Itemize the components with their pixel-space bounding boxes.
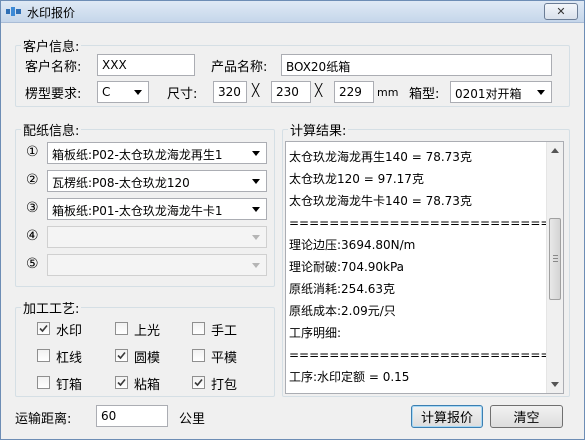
paper-select-4[interactable] (47, 226, 267, 248)
window-title: 水印报价 (27, 6, 76, 20)
chevron-up-icon (551, 148, 559, 153)
corrugation-select[interactable]: C (97, 81, 149, 103)
results-line: ============================== (289, 348, 564, 362)
transport-distance-label: 运输距离: (15, 412, 72, 427)
scroll-thumb[interactable] (549, 218, 561, 300)
close-icon: ✕ (556, 5, 566, 18)
results-label: 计算结果: (288, 120, 349, 139)
size-height-input[interactable]: 229 (334, 81, 374, 103)
paper-select-3[interactable]: 箱板纸:P01-太仓玖龙海龙牛卡1 (47, 198, 267, 220)
process-checkbox-label: 圆模 (134, 351, 161, 366)
paper-info-label: 配纸信息: (21, 120, 82, 139)
results-line: 原纸消耗:254.63克 (289, 282, 396, 296)
results-line: 太仓玖龙海龙再生140 = 78.73克 (289, 150, 472, 164)
size-length-input[interactable]: 320 (213, 81, 247, 103)
results-line: 工序:水印定额 = 0.15 (289, 370, 410, 384)
close-button[interactable]: ✕ (544, 3, 578, 20)
process-checkbox-7[interactable] (37, 376, 50, 389)
grip-icon (553, 255, 558, 262)
checkmark-icon (117, 351, 126, 360)
results-scrollbar[interactable] (546, 142, 563, 393)
paper-row-number: ③ (26, 200, 39, 216)
paper-row-number: ① (26, 144, 39, 160)
customer-name-label: 客户名称: (25, 60, 82, 75)
chevron-down-icon (551, 382, 559, 387)
paper-select-1[interactable]: 箱板纸:P02-太仓玖龙海龙再生1 (47, 142, 267, 164)
chevron-down-icon (248, 145, 264, 161)
paper-row-number: ④ (26, 228, 39, 244)
process-checkbox-label: 平模 (211, 351, 238, 366)
customer-info-label: 客户信息: (21, 36, 82, 55)
chevron-down-icon (248, 257, 264, 273)
process-checkbox-8[interactable] (115, 376, 128, 389)
process-checkbox-label: 打包 (211, 378, 238, 393)
results-text: 太仓玖龙海龙再生140 = 78.73克 太仓玖龙120 = 97.17克太仓玖龙… (289, 146, 564, 388)
process-label: 加工工艺: (21, 298, 82, 317)
process-checkbox-label: 手工 (211, 324, 238, 339)
box-type-label: 箱型: (409, 87, 440, 102)
results-line: 原纸成本:2.09元/只 (289, 304, 396, 318)
product-name-label: 产品名称: (211, 60, 268, 75)
size-width-input[interactable]: 230 (271, 81, 311, 103)
process-checkbox-5[interactable] (115, 349, 128, 362)
clear-button[interactable]: 清空 (490, 405, 563, 428)
product-name-input[interactable]: BOX20纸箱 (281, 54, 552, 76)
results-line: 理论边压:3694.80N/m (289, 238, 416, 252)
times-icon: ╳ (315, 83, 323, 97)
paper-row-number: ② (26, 172, 39, 188)
corrugation-label: 楞型要求: (25, 87, 82, 102)
title-bar[interactable]: 水印报价 ✕ (1, 1, 584, 23)
checkmark-icon (194, 378, 203, 387)
chevron-down-icon (130, 84, 146, 100)
process-checkbox-4[interactable] (37, 349, 50, 362)
scroll-down-button[interactable] (547, 376, 563, 393)
chevron-down-icon (248, 201, 264, 217)
quote-window: 水印报价 ✕ 客户信息: 客户名称: XXX 产品名称: BOX20纸箱 楞型要… (0, 0, 585, 440)
results-line: 太仓玖龙120 = 97.17克 (289, 172, 424, 186)
calculate-quote-button[interactable]: 计算报价 (411, 405, 483, 428)
results-textarea[interactable]: 太仓玖龙海龙再生140 = 78.73克 太仓玖龙120 = 97.17克太仓玖龙… (285, 141, 564, 394)
times-icon: ╳ (252, 83, 260, 97)
process-checkbox-6[interactable] (192, 349, 205, 362)
process-checkbox-label: 粘箱 (134, 378, 161, 393)
customer-name-input[interactable]: XXX (97, 54, 195, 76)
process-checkbox-label: 杠线 (56, 351, 83, 366)
results-line: 太仓玖龙海龙牛卡140 = 78.73克 (289, 194, 472, 208)
size-label: 尺寸: (167, 87, 198, 102)
results-line: ============================== (289, 216, 564, 230)
paper-row-number: ⑤ (26, 256, 39, 272)
size-unit: mm (377, 86, 399, 99)
paper-select-5[interactable] (47, 254, 267, 276)
chevron-down-icon (533, 84, 549, 100)
chevron-down-icon (248, 229, 264, 245)
process-checkbox-label: 上光 (134, 324, 161, 339)
process-checkbox-3[interactable] (192, 322, 205, 335)
process-checkbox-label: 水印 (56, 324, 83, 339)
chevron-down-icon (248, 173, 264, 189)
process-checkbox-label: 钉箱 (56, 378, 83, 393)
checkmark-icon (39, 324, 48, 333)
box-type-select[interactable]: 0201对开箱 (450, 81, 552, 103)
process-checkbox-2[interactable] (115, 322, 128, 335)
process-checkbox-9[interactable] (192, 376, 205, 389)
results-line: 工序明细: (289, 326, 342, 340)
paper-select-2[interactable]: 瓦楞纸:P08-太仓玖龙120 (47, 170, 267, 192)
checkmark-icon (117, 378, 126, 387)
scroll-up-button[interactable] (547, 142, 563, 159)
results-line: 理论耐破:704.90kPa (289, 260, 405, 274)
app-icon (6, 7, 21, 16)
transport-distance-input[interactable]: 60 (96, 405, 168, 427)
process-checkbox-1[interactable] (37, 322, 50, 335)
transport-distance-unit: 公里 (179, 412, 206, 427)
